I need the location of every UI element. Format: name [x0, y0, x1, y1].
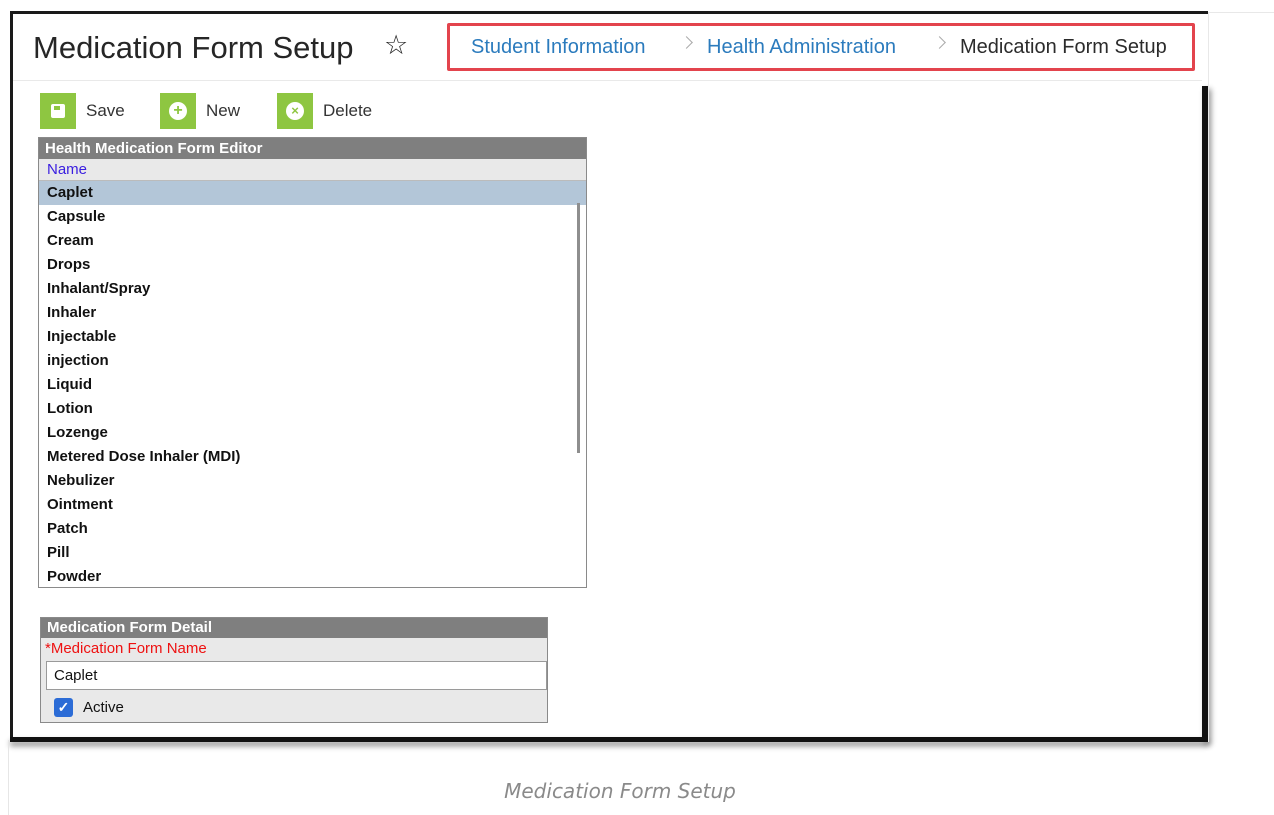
medication-form-name-label: *Medication Form Name [45, 640, 207, 657]
breadcrumb-current: Medication Form Setup [960, 36, 1167, 58]
list-item[interactable]: Cream [39, 229, 586, 253]
page-divider [1208, 12, 1209, 742]
plus-icon: + [160, 93, 196, 129]
active-label: Active [83, 699, 124, 716]
delete-button[interactable]: × Delete [277, 93, 372, 129]
page-title: Medication Form Setup [33, 30, 354, 65]
save-label: Save [86, 101, 125, 120]
image-caption: Medication Form Setup [504, 779, 736, 803]
breadcrumb-health-administration[interactable]: Health Administration [707, 36, 896, 59]
delete-icon: × [277, 93, 313, 129]
list-item[interactable]: Metered Dose Inhaler (MDI) [39, 445, 586, 469]
save-button[interactable]: Save [40, 93, 125, 129]
active-row: ✓ Active [54, 698, 124, 717]
list-item[interactable]: Patch [39, 517, 586, 541]
list-item[interactable]: Lotion [39, 397, 586, 421]
medication-form-detail: Medication Form Detail *Medication Form … [40, 617, 548, 723]
list-item[interactable]: Powder [39, 565, 586, 588]
list-item[interactable]: Inhaler [39, 301, 586, 325]
detail-title: Medication Form Detail [41, 618, 547, 638]
list-item[interactable]: Drops [39, 253, 586, 277]
new-label: New [206, 101, 241, 120]
delete-label: Delete [323, 101, 373, 120]
active-checkbox[interactable]: ✓ [54, 698, 73, 717]
list-item[interactable]: Injectable [39, 325, 586, 349]
new-button[interactable]: + New [160, 93, 240, 129]
editor-title: Health Medication Form Editor [39, 138, 586, 159]
medication-form-name-input[interactable]: Caplet [46, 661, 547, 690]
window-shadow-bottom [10, 737, 1208, 742]
page-divider-top [1208, 12, 1274, 13]
list-item[interactable]: Caplet [39, 181, 586, 205]
list-item[interactable]: Ointment [39, 493, 586, 517]
list-item[interactable]: Nebulizer [39, 469, 586, 493]
medication-form-editor: Health Medication Form Editor Name Caple… [38, 137, 587, 588]
medication-form-list[interactable]: Caplet Capsule Cream Drops Inhalant/Spray Inh… [39, 181, 586, 588]
save-icon [40, 93, 76, 129]
list-item[interactable]: Lozenge [39, 421, 586, 445]
list-item[interactable]: Inhalant/Spray [39, 277, 586, 301]
star-icon[interactable]: ☆ [384, 30, 408, 61]
list-item[interactable]: Pill [39, 541, 586, 565]
list-item[interactable]: injection [39, 349, 586, 373]
breadcrumb-student-information[interactable]: Student Information [471, 36, 646, 59]
header-divider [13, 80, 1202, 81]
list-item[interactable]: Liquid [39, 373, 586, 397]
scrollbar[interactable] [577, 203, 580, 453]
page-divider-left [8, 740, 9, 815]
name-column-header[interactable]: Name [39, 159, 586, 181]
list-item[interactable]: Capsule [39, 205, 586, 229]
